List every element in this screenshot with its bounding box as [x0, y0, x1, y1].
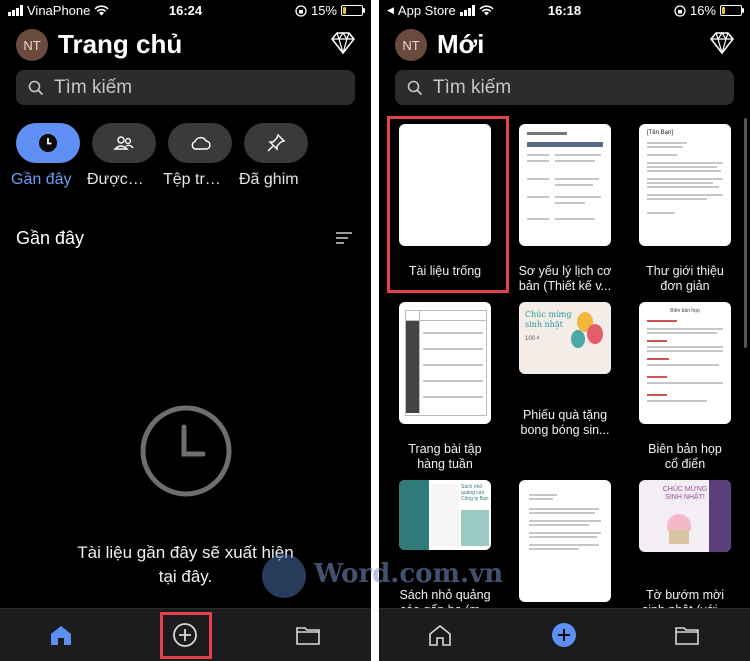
thumb-meeting-title: Biên bản họp [670, 308, 700, 314]
template-thumbnail: Chúc mừng sinh nhật 100 ₫ [519, 302, 611, 374]
template-thumbnail: Biên bản họp [639, 302, 731, 424]
thumb-voucher-amount: 100 ₫ [525, 336, 540, 342]
highlight-create-button [160, 612, 212, 659]
highlight-blank-template [387, 116, 509, 293]
filter-label: Đã ghim [239, 171, 299, 188]
battery-icon [720, 5, 744, 16]
clock-icon [39, 134, 57, 152]
battery-percent: 16% [689, 3, 716, 18]
filter-pinned[interactable]: Đã ghim [239, 123, 308, 189]
empty-clock-icon [140, 405, 232, 497]
filter-label: Gần đây [11, 171, 72, 188]
section-title: Gần đây [16, 228, 85, 248]
filter-chips: Gần đây Được… Tệp tr… Đã ghim [11, 123, 308, 189]
battery-percent: 15% [310, 3, 337, 18]
status-bar: VinaPhone 16:24 15% [0, 0, 371, 22]
diamond-icon[interactable] [710, 32, 734, 54]
search-icon [407, 80, 423, 95]
avatar[interactable]: NT [16, 29, 48, 61]
scrollbar[interactable] [744, 118, 747, 348]
tab-bar [379, 608, 750, 661]
filter-cloud[interactable]: Tệp tr… [163, 123, 232, 189]
sort-icon[interactable] [335, 231, 353, 245]
thumb-voucher-title: Chúc mừng sinh nhật [525, 310, 572, 329]
battery-icon [341, 5, 365, 16]
template-thumbnail: CHÚC MỪNG SINH NHẬT! [639, 480, 731, 552]
tab-files[interactable] [278, 609, 338, 661]
page-title: Trang chủ [58, 29, 183, 59]
home-icon [51, 626, 71, 645]
folder-icon [296, 627, 320, 645]
thumb-booklet-text: Sách nhỏ quảng cáo Công ty Bạn [461, 484, 489, 502]
search-placeholder: Tìm kiếm [54, 76, 133, 98]
thumb-name: [Tên Bạn] [647, 130, 674, 136]
filter-shared[interactable]: Được… [87, 123, 156, 189]
rotation-lock-icon [295, 4, 307, 17]
cloud-icon [191, 136, 211, 150]
diamond-icon[interactable] [331, 32, 355, 54]
filter-label: Tệp tr… [163, 171, 221, 188]
tab-create-new[interactable] [534, 609, 594, 661]
watermark-text: Word.com.vn [314, 559, 504, 589]
header: NT Mới [395, 28, 734, 62]
avatar[interactable]: NT [395, 29, 427, 61]
rotation-lock-icon [674, 4, 686, 17]
tab-home[interactable] [31, 609, 91, 661]
search-input[interactable]: Tìm kiếm [16, 70, 355, 105]
tab-files[interactable] [657, 609, 717, 661]
page-title: Mới [437, 29, 485, 59]
filter-recent[interactable]: Gần đây [11, 123, 80, 189]
template-thumbnail [519, 124, 611, 246]
template-thumbnail: Sách nhỏ quảng cáo Công ty Bạn [399, 480, 491, 550]
home-icon [429, 624, 451, 646]
status-bar: ◀ App Store 16:18 16% [379, 0, 750, 22]
search-placeholder: Tìm kiếm [433, 76, 512, 98]
watermark: Word.com.vn [262, 551, 504, 601]
template-thumbnail: [Tên Bạn] [639, 124, 731, 246]
search-icon [28, 80, 44, 95]
folder-icon [675, 627, 699, 645]
add-circle-icon [552, 623, 576, 647]
people-icon [113, 136, 134, 150]
pin-icon [267, 133, 286, 152]
template-thumbnail [519, 480, 611, 602]
template-thumbnail [399, 302, 491, 424]
header: NT Trang chủ [16, 28, 355, 62]
tab-home[interactable] [410, 609, 470, 661]
watermark-logo-icon [262, 554, 306, 598]
search-input[interactable]: Tìm kiếm [395, 70, 734, 105]
filter-label: Được… [87, 171, 144, 188]
